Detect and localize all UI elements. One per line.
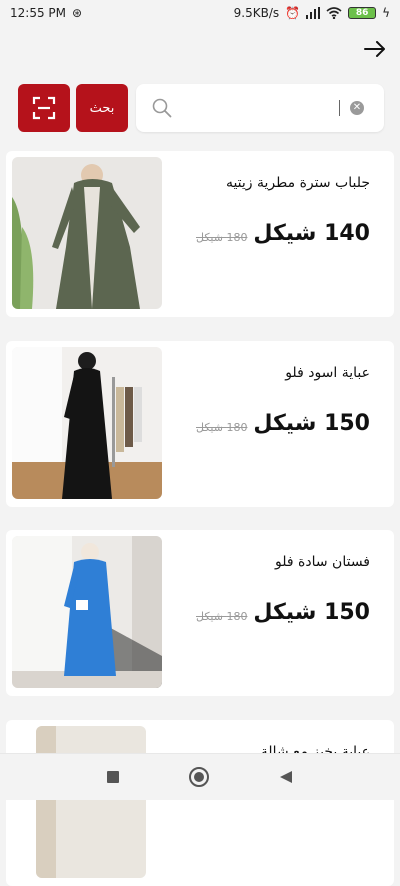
arrow-right-icon [364, 41, 385, 57]
product-image[interactable] [36, 726, 146, 878]
status-time: 12:55 PM [10, 6, 66, 20]
text-cursor [339, 100, 340, 116]
product-card[interactable]: عباية بخيز مع شالة [6, 720, 394, 886]
product-card[interactable]: جلباب سترة مطرية زيتيه 140 شيكل 180 شيكل [6, 151, 394, 317]
search-box[interactable]: ✕ [136, 84, 384, 132]
search-button-label: بحث [89, 100, 115, 116]
alarm-icon: ⏰ [285, 6, 301, 20]
charging-icon: ϟ [382, 6, 390, 20]
close-circle-icon[interactable]: ✕ [350, 101, 364, 115]
product-card[interactable]: فستان سادة فلو 150 شيكل 180 شيكل [6, 530, 394, 696]
back-arrow-button[interactable] [362, 36, 388, 62]
product-image[interactable] [12, 157, 162, 309]
battery-icon: 86 [348, 7, 377, 19]
search-button[interactable]: بحث [76, 84, 128, 132]
status-bar: 12:55 PM ⊛ 9.5KB/s ⏰ 86 ϟ [0, 0, 400, 26]
product-old-price: 180 شيكل [196, 610, 248, 623]
product-title: عباية اسود فلو [285, 365, 370, 381]
wifi-icon [326, 7, 342, 19]
status-left: 12:55 PM ⊛ [10, 6, 82, 20]
product-old-price: 180 شيكل [196, 421, 248, 434]
product-price: 150 شيكل [253, 411, 370, 436]
product-image[interactable] [12, 347, 162, 499]
scan-icon [32, 96, 56, 120]
search-row: بحث ✕ [0, 84, 400, 134]
network-speed: 9.5KB/s [233, 6, 280, 20]
recent-apps-icon[interactable] [107, 771, 119, 783]
system-nav-bar [0, 753, 400, 800]
search-input[interactable] [178, 94, 332, 124]
sync-icon: ⊛ [72, 6, 83, 20]
product-image[interactable] [12, 536, 162, 688]
back-icon[interactable] [279, 770, 293, 784]
home-icon[interactable] [189, 767, 209, 787]
app-bar [0, 26, 400, 72]
product-card[interactable]: عباية اسود فلو 150 شيكل 180 شيكل [6, 341, 394, 507]
product-price: 150 شيكل [253, 600, 370, 625]
product-title: جلباب سترة مطرية زيتيه [225, 175, 370, 191]
product-title: فستان سادة فلو [275, 554, 370, 570]
battery-level: 86 [355, 8, 369, 18]
signal-icon [306, 7, 321, 19]
scan-button[interactable] [18, 84, 70, 132]
product-price: 140 شيكل [253, 221, 370, 246]
product-old-price: 180 شيكل [196, 231, 248, 244]
status-right: 9.5KB/s ⏰ 86 ϟ [234, 6, 390, 20]
search-icon [152, 98, 172, 118]
